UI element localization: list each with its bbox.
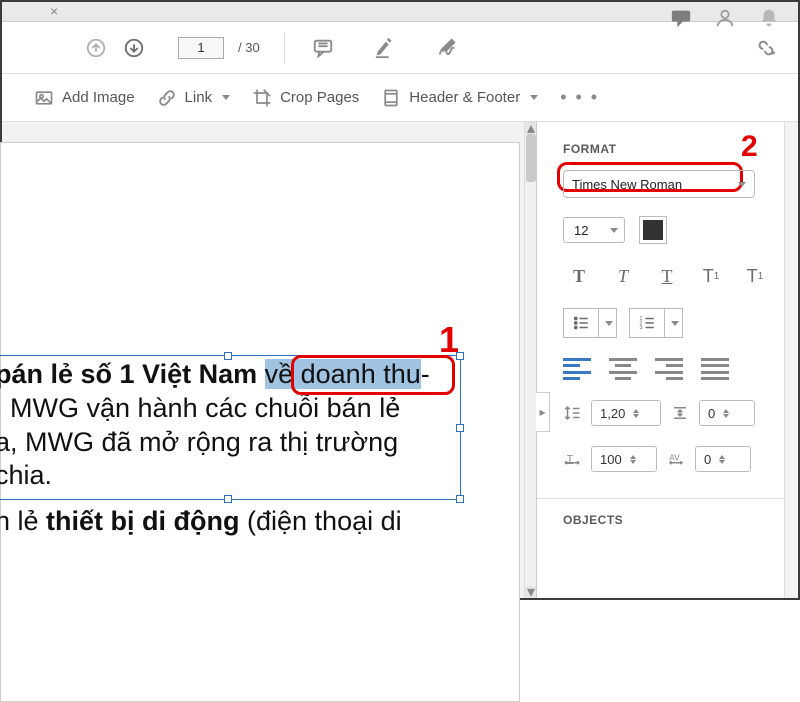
annotation-label-1: 1 [439,319,459,361]
format-sidebar: ▸ FORMAT 2 Times New Roman 12 T T T T1 T… [536,122,798,598]
horizontal-scale-icon: T [563,450,581,468]
chevron-down-icon [530,95,538,100]
objects-section-title: OBJECTS [563,513,784,527]
chevron-down-icon [610,228,618,233]
header-footer-button[interactable]: Header & Footer [375,84,544,112]
line-spacing-value: 1,20 [600,406,625,421]
link-button[interactable]: Link [151,84,237,112]
page-up-button[interactable] [82,34,110,62]
paragraph-spacing-input[interactable]: 0 [699,400,755,426]
text-run: (điện thoại di [240,506,402,536]
horizontal-scale-value: 100 [600,452,622,467]
highlighter-icon[interactable] [371,34,399,62]
text-run: pán lẻ số 1 Việt Nam [0,359,265,389]
crop-pages-button[interactable]: Crop Pages [246,84,365,112]
annotation-box-1 [291,355,455,395]
font-family-value: Times New Roman [572,177,682,192]
sign-icon[interactable] [433,34,461,62]
align-right-button[interactable] [655,358,683,380]
paragraph-spacing-value: 0 [708,406,715,421]
edit-toolbar: Add Image Link Crop Pages Header & Foote… [2,74,798,122]
horizontal-scale-input[interactable]: 100 [591,446,657,472]
workspace: pán lẻ số 1 Việt Nam về doanh thu- . MWG… [2,122,798,598]
document-viewport[interactable]: pán lẻ số 1 Việt Nam về doanh thu- . MWG… [2,122,536,598]
font-size-value: 12 [574,223,588,238]
paragraph-spacing-icon [671,404,689,422]
bullet-list-button[interactable] [563,308,617,338]
page-of-label: / 30 [238,40,260,55]
chevron-down-icon [738,182,746,187]
underline-button[interactable]: T [651,262,683,290]
add-comment-icon[interactable] [309,34,337,62]
chevron-down-icon [222,95,230,100]
section-divider [537,498,798,499]
sidebar-collapse-handle[interactable]: ▸ [536,392,550,432]
font-size-select[interactable]: 12 [563,217,625,243]
header-footer-label: Header & Footer [409,89,520,106]
right-tool-rail [784,122,798,598]
align-justify-button[interactable] [701,358,729,380]
align-left-button[interactable] [563,358,591,380]
main-toolbar: / 30 [2,22,798,74]
chevron-down-icon [671,321,679,326]
text-run: . MWG vận hành các chuỗi bán lẻ [0,393,400,423]
page-down-button[interactable] [120,34,148,62]
align-center-button[interactable] [609,358,637,380]
resize-handle[interactable] [224,495,232,503]
document-paragraph[interactable]: n lẻ thiết bị di động (điện thoại di [0,505,521,539]
add-image-label: Add Image [62,89,135,106]
toolbar-separator [284,33,285,63]
link-label: Link [185,89,213,106]
tab-close-button[interactable]: × [50,4,66,20]
share-link-icon[interactable] [752,34,780,62]
line-spacing-input[interactable]: 1,20 [591,400,661,426]
char-spacing-icon: AV [667,450,685,468]
annotation-label-2: 2 [741,130,758,164]
add-image-button[interactable]: Add Image [28,84,141,112]
numbered-list-button[interactable]: 123 [629,308,683,338]
resize-handle[interactable] [456,495,464,503]
text-run: thiết bị di động [46,506,239,536]
line-spacing-icon [563,404,581,422]
bold-button[interactable]: T [563,262,595,290]
more-tools-button[interactable]: • • • [554,87,605,108]
text-run: a, MWG đã mở rộng ra thị trường [0,427,398,457]
chevron-down-icon [605,321,613,326]
document-page[interactable]: pán lẻ số 1 Việt Nam về doanh thu- . MWG… [0,142,520,702]
svg-text:3: 3 [640,325,643,331]
superscript-button[interactable]: T1 [695,262,727,290]
font-family-select[interactable]: Times New Roman [563,170,755,198]
subscript-button[interactable]: T1 [739,262,771,290]
font-color-swatch[interactable] [639,216,667,244]
page-number-input[interactable] [178,37,224,59]
scroll-thumb[interactable] [526,134,536,182]
char-spacing-value: 0 [704,452,711,467]
vertical-scrollbar[interactable]: ▴ ▾ [524,122,536,598]
text-run: chia. [0,460,52,490]
text-run: n lẻ [0,506,46,536]
italic-button[interactable]: T [607,262,639,290]
char-spacing-input[interactable]: 0 [695,446,751,472]
crop-pages-label: Crop Pages [280,89,359,106]
